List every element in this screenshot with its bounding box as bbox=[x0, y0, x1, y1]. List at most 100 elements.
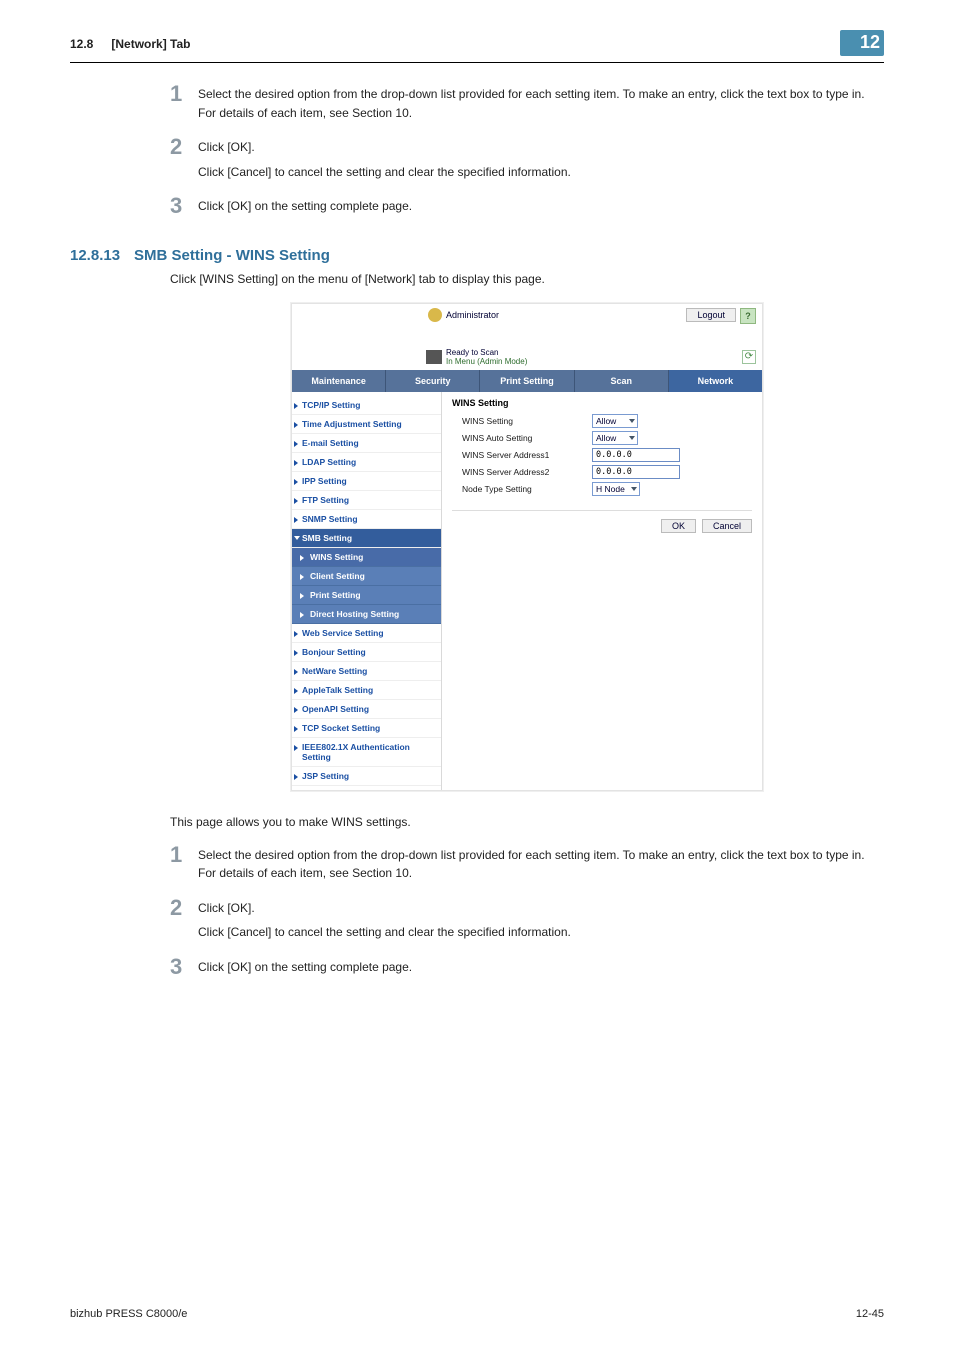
input-wins-server-address2[interactable] bbox=[592, 465, 680, 479]
setting-label: WINS Auto Setting bbox=[452, 433, 592, 443]
nav-item-smb-setting[interactable]: SMB Setting bbox=[292, 529, 441, 548]
nav-item-jsp-setting[interactable]: JSP Setting bbox=[292, 767, 441, 786]
chevron-icon bbox=[294, 460, 298, 466]
nav-item-ftp-setting[interactable]: FTP Setting bbox=[292, 491, 441, 510]
ready-status: Ready to Scan bbox=[446, 348, 527, 357]
chevron-icon bbox=[294, 479, 298, 485]
nav-label: WINS Setting bbox=[310, 552, 363, 562]
logout-button[interactable]: Logout bbox=[686, 308, 736, 322]
step-text: Click [Cancel] to cancel the setting and… bbox=[198, 923, 571, 942]
nav-sub-wins-setting[interactable]: WINS Setting bbox=[292, 548, 441, 567]
subsection-title: SMB Setting - WINS Setting bbox=[134, 247, 330, 264]
nav-item-tcp-socket-setting[interactable]: TCP Socket Setting bbox=[292, 719, 441, 738]
chevron-icon bbox=[294, 517, 298, 523]
step-text: Click [Cancel] to cancel the setting and… bbox=[198, 163, 571, 182]
step-number: 3 bbox=[170, 193, 198, 219]
tab-scan[interactable]: Scan bbox=[575, 370, 669, 392]
nav-label: OpenAPI Setting bbox=[302, 704, 369, 714]
nav-item-e-mail-setting[interactable]: E-mail Setting bbox=[292, 434, 441, 453]
refresh-button[interactable]: ⟳ bbox=[742, 350, 756, 364]
nav-item-ieee802-1x-authentication-setting[interactable]: IEEE802.1X Authentication Setting bbox=[292, 738, 441, 767]
para-after-scr: This page allows you to make WINS settin… bbox=[170, 813, 884, 832]
nav-item-time-adjustment-setting[interactable]: Time Adjustment Setting bbox=[292, 415, 441, 434]
nav-sub-print-setting[interactable]: Print Setting bbox=[292, 586, 441, 605]
nav-label: IPP Setting bbox=[302, 476, 347, 486]
step-text: Select the desired option from the drop-… bbox=[198, 846, 884, 883]
chevron-icon bbox=[300, 612, 304, 618]
nav-label: Bonjour Setting bbox=[302, 647, 366, 657]
chevron-icon bbox=[294, 403, 298, 409]
select-node-type-setting[interactable]: H Node bbox=[592, 482, 640, 496]
header-rule bbox=[70, 62, 884, 63]
subsection-intro: Click [WINS Setting] on the menu of [Net… bbox=[170, 270, 884, 289]
chevron-icon bbox=[294, 631, 298, 637]
chevron-icon bbox=[300, 593, 304, 599]
nav-label: FTP Setting bbox=[302, 495, 349, 505]
tab-security[interactable]: Security bbox=[386, 370, 480, 392]
nav-label: E-mail Setting bbox=[302, 438, 359, 448]
nav-label: Time Adjustment Setting bbox=[302, 419, 402, 429]
tab-print-setting[interactable]: Print Setting bbox=[480, 370, 574, 392]
nav-label: SMB Setting bbox=[302, 533, 352, 543]
setting-label: WINS Setting bbox=[452, 416, 592, 426]
user-icon bbox=[428, 308, 442, 322]
nav-item-ipp-setting[interactable]: IPP Setting bbox=[292, 472, 441, 491]
step-text: Select the desired option from the drop-… bbox=[198, 85, 884, 122]
tab-maintenance[interactable]: Maintenance bbox=[292, 370, 386, 392]
chevron-icon bbox=[294, 669, 298, 675]
nav-label: IEEE802.1X Authentication Setting bbox=[302, 742, 410, 762]
step-number: 3 bbox=[170, 954, 198, 980]
ok-button[interactable]: OK bbox=[661, 519, 696, 533]
nav-label: AppleTalk Setting bbox=[302, 685, 373, 695]
cancel-button[interactable]: Cancel bbox=[702, 519, 752, 533]
step-text: Click [OK] on the setting complete page. bbox=[198, 197, 412, 216]
nav-label: TCP Socket Setting bbox=[302, 723, 380, 733]
nav-sub-client-setting[interactable]: Client Setting bbox=[292, 567, 441, 586]
nav-item-bonjour-setting[interactable]: Bonjour Setting bbox=[292, 643, 441, 662]
nav-item-snmp-setting[interactable]: SNMP Setting bbox=[292, 510, 441, 529]
help-button[interactable]: ? bbox=[740, 308, 756, 324]
chevron-icon bbox=[294, 650, 298, 656]
chevron-icon bbox=[294, 774, 298, 780]
main-heading: WINS Setting bbox=[452, 398, 752, 408]
nav-item-appletalk-setting[interactable]: AppleTalk Setting bbox=[292, 681, 441, 700]
nav-label: TCP/IP Setting bbox=[302, 400, 360, 410]
nav-label: LDAP Setting bbox=[302, 457, 356, 467]
nav-item-openapi-setting[interactable]: OpenAPI Setting bbox=[292, 700, 441, 719]
chevron-icon bbox=[294, 707, 298, 713]
step-text: Click [OK] on the setting complete page. bbox=[198, 958, 412, 977]
select-wins-setting[interactable]: Allow bbox=[592, 414, 638, 428]
nav-sub-direct-hosting-setting[interactable]: Direct Hosting Setting bbox=[292, 605, 441, 624]
printer-icon bbox=[426, 350, 442, 364]
header-title: [Network] Tab bbox=[111, 37, 190, 51]
nav-label: Print Setting bbox=[310, 590, 361, 600]
footer-right: 12-45 bbox=[856, 1308, 884, 1320]
step-number: 1 bbox=[170, 842, 198, 868]
nav-label: Client Setting bbox=[310, 571, 365, 581]
nav-item-ldap-setting[interactable]: LDAP Setting bbox=[292, 453, 441, 472]
subsection-number: 12.8.13 bbox=[70, 247, 120, 264]
header-section: 12.8 bbox=[70, 37, 93, 51]
setting-label: WINS Server Address2 bbox=[452, 467, 592, 477]
chapter-badge: 12 bbox=[840, 30, 884, 56]
nav-label: NetWare Setting bbox=[302, 666, 367, 676]
input-wins-server-address1[interactable] bbox=[592, 448, 680, 462]
nav-item-web-service-setting[interactable]: Web Service Setting bbox=[292, 624, 441, 643]
chevron-icon bbox=[294, 688, 298, 694]
embedded-screenshot: Administrator Logout ? Ready to Scan In … bbox=[291, 303, 763, 791]
setting-label: Node Type Setting bbox=[452, 484, 592, 494]
select-wins-auto-setting[interactable]: Allow bbox=[592, 431, 638, 445]
chevron-icon bbox=[294, 498, 298, 504]
chevron-icon bbox=[300, 574, 304, 580]
chevron-icon bbox=[294, 726, 298, 732]
chevron-icon bbox=[300, 555, 304, 561]
step-number: 1 bbox=[170, 81, 198, 107]
nav-item-netware-setting[interactable]: NetWare Setting bbox=[292, 662, 441, 681]
chevron-icon bbox=[294, 441, 298, 447]
admin-mode-link[interactable]: In Menu (Admin Mode) bbox=[446, 357, 527, 366]
nav-item-tcp-ip-setting[interactable]: TCP/IP Setting bbox=[292, 396, 441, 415]
chevron-icon bbox=[294, 536, 300, 543]
nav-label: Direct Hosting Setting bbox=[310, 609, 399, 619]
tab-network[interactable]: Network bbox=[669, 370, 762, 392]
step-number: 2 bbox=[170, 134, 198, 160]
